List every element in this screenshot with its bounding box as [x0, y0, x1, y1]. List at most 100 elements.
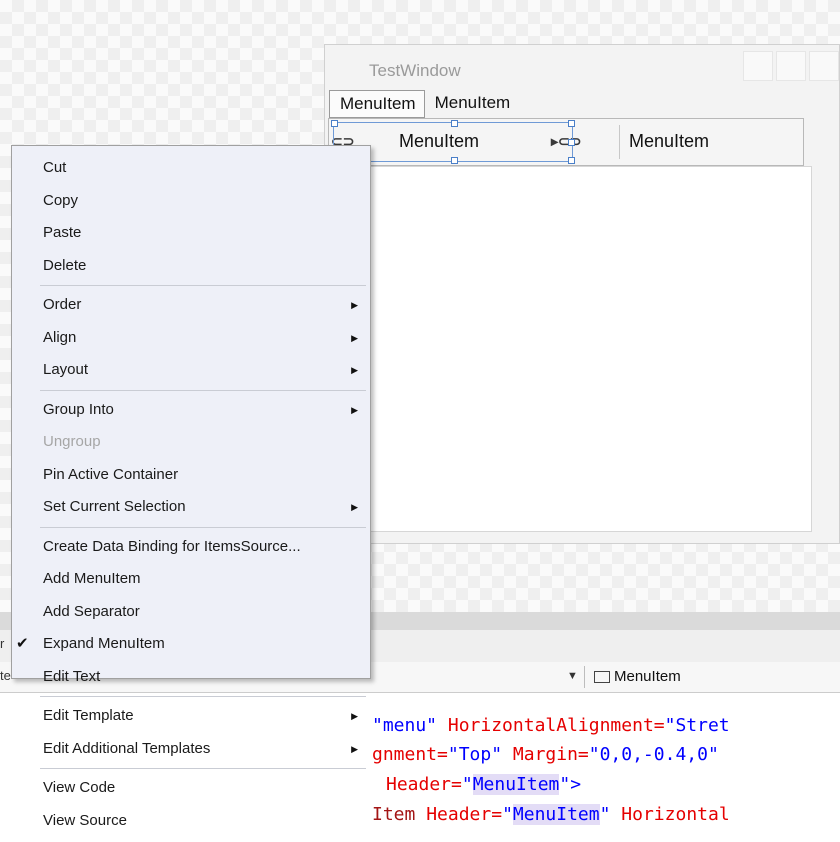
menu-item-add-menuitem[interactable]: Add MenuItem: [12, 563, 370, 596]
menu-item-label: Delete: [43, 256, 87, 274]
menu-item-copy[interactable]: Copy: [12, 185, 370, 218]
code-token: Item: [372, 804, 416, 825]
breadcrumb-element-label: MenuItem: [614, 668, 681, 685]
code-token: "Stret: [664, 715, 730, 736]
menu-item-layout[interactable]: Layout ▶: [12, 354, 370, 387]
window-controls: [743, 51, 839, 81]
menu-separator: [40, 526, 366, 528]
menu-item-view-source[interactable]: View Source: [12, 805, 370, 838]
menu-item-label: Add MenuItem: [43, 570, 141, 587]
code-token: Horizontal: [621, 804, 730, 825]
menu-item-expand-menuitem[interactable]: ✔ Expand MenuItem: [12, 628, 370, 661]
close-button[interactable]: [809, 51, 839, 81]
menu-item-label: Layout: [43, 361, 89, 378]
window-content-area[interactable]: [328, 166, 812, 532]
menu-item-set-current-selection[interactable]: Set Current Selection ▶: [12, 491, 370, 524]
menu-item-align[interactable]: Align ▶: [12, 322, 370, 355]
menu-item-label: Order: [43, 296, 82, 313]
sub-menu-item-2[interactable]: MenuItem: [629, 131, 709, 152]
submenu-arrow-icon: ▶: [351, 502, 358, 512]
menu-item-create-data-binding-for-itemssource[interactable]: Create Data Binding for ItemsSource...: [12, 531, 370, 564]
top-menu-item-1[interactable]: MenuItem: [329, 90, 425, 118]
resize-handle[interactable]: [568, 139, 575, 146]
menu-item-label: Cut: [43, 159, 67, 176]
menu-item-pin-active-container[interactable]: Pin Active Container: [12, 459, 370, 492]
code-line: "menu" HorizontalAlignment="Stret: [372, 715, 730, 736]
code-token: ": [599, 804, 611, 825]
submenu-arrow-icon: ▶: [351, 300, 358, 310]
menu-item-label: Create Data Binding for ItemsSource...: [43, 537, 301, 555]
code-token: Header=: [386, 774, 462, 795]
code-token: MenuItem: [512, 804, 600, 825]
test-window: TestWindow MenuItem MenuItem ⊂⊃ MenuItem…: [324, 44, 840, 544]
code-line: gnment="Top" Margin="0,0,-0.4,0": [372, 744, 719, 765]
code-token: MenuItem: [472, 774, 560, 795]
top-menu-item-2[interactable]: MenuItem: [425, 90, 519, 118]
menu-item-label: Copy: [43, 191, 79, 209]
code-token: ": [502, 804, 513, 825]
resize-handle[interactable]: [451, 157, 458, 164]
sub-menu-divider: [619, 125, 620, 159]
menu-item-view-code[interactable]: View Code: [12, 772, 370, 805]
resize-handle[interactable]: [568, 157, 575, 164]
resize-handle[interactable]: [568, 120, 575, 127]
menu-item-label: Paste: [43, 224, 82, 241]
menu-item-label: Edit Template: [43, 707, 134, 724]
menu-separator: [40, 285, 366, 286]
code-token: "0,0,-0.4,0": [588, 744, 719, 765]
menu-item-label: Ungroup: [43, 433, 101, 450]
breadcrumb-element[interactable]: MenuItem: [594, 668, 681, 685]
menu-item-label: Edit Additional Templates: [43, 739, 211, 757]
menu-item-paste[interactable]: Paste: [12, 217, 370, 250]
menu-item-label: Add Separator: [43, 602, 140, 620]
menu-separator: [40, 389, 366, 391]
menu-item-label: View Code: [43, 779, 116, 796]
code-token: gnment=: [372, 744, 448, 765]
menu-item-ungroup: Ungroup: [12, 426, 370, 459]
code-token: "menu": [372, 715, 438, 736]
maximize-button[interactable]: [776, 51, 806, 81]
menu-item-edit-template[interactable]: Edit Template ▶: [12, 700, 370, 733]
chevron-down-icon[interactable]: ▼: [567, 670, 578, 682]
code-token: Margin=: [512, 744, 589, 765]
menu-item-label: Expand MenuItem: [43, 635, 165, 652]
menu-item-order[interactable]: Order ▶: [12, 289, 370, 322]
menu-item-cut[interactable]: Cut: [12, 152, 370, 185]
minimize-button[interactable]: [743, 51, 773, 81]
code-token: ": [461, 774, 473, 795]
breadcrumb-divider: [584, 666, 585, 688]
submenu-arrow-icon: ▶: [351, 711, 358, 721]
code-token: Header=: [426, 804, 503, 825]
resize-handle[interactable]: [331, 120, 338, 127]
menu-item-add-separator[interactable]: Add Separator: [12, 596, 370, 629]
checkmark-icon: ✔: [16, 635, 29, 652]
menu-item-label: Set Current Selection: [43, 498, 186, 515]
context-menu: Cut Copy Paste Delete Order ▶ Align ▶ Layout ▶ Gro…: [11, 145, 371, 829]
code-line: Item Header="MenuItem" Horizontal: [372, 804, 730, 825]
code-token: HorizontalAlignment=: [447, 715, 665, 736]
sub-menu-bar: ⊂⊃ MenuItem ▸⊂⊃ MenuItem: [328, 118, 804, 166]
menu-item-edit-additional-templates[interactable]: Edit Additional Templates ▶: [12, 733, 370, 766]
menu-item-label: Pin Active Container: [43, 465, 179, 483]
menu-item-group-into[interactable]: Group Into ▶: [12, 394, 370, 427]
submenu-arrow-icon: ▶: [351, 404, 358, 415]
menu-item-delete[interactable]: Delete: [12, 250, 370, 283]
submenu-arrow-icon: ▶: [351, 365, 358, 375]
menu-item-label: Align: [43, 328, 77, 346]
left-stub-text: te: [0, 668, 11, 683]
menu-separator: [40, 696, 366, 697]
code-line: Header="MenuItem">: [386, 774, 581, 795]
code-token: ">: [559, 774, 582, 795]
submenu-arrow-icon: ▶: [351, 743, 358, 754]
top-menu-bar: MenuItem MenuItem: [329, 90, 518, 118]
submenu-arrow-icon: ▶: [351, 332, 358, 343]
menu-item-label: View Source: [43, 811, 127, 829]
menu-item-label: Group Into: [43, 400, 114, 418]
window-title: TestWindow: [369, 61, 461, 80]
menu-item-label: Edit Text: [43, 667, 101, 685]
menu-item-edit-text[interactable]: Edit Text: [12, 661, 370, 694]
resize-handle[interactable]: [451, 120, 458, 127]
code-token: "Top": [447, 744, 503, 765]
element-icon: [594, 670, 610, 683]
left-stub-text: r: [0, 636, 5, 651]
